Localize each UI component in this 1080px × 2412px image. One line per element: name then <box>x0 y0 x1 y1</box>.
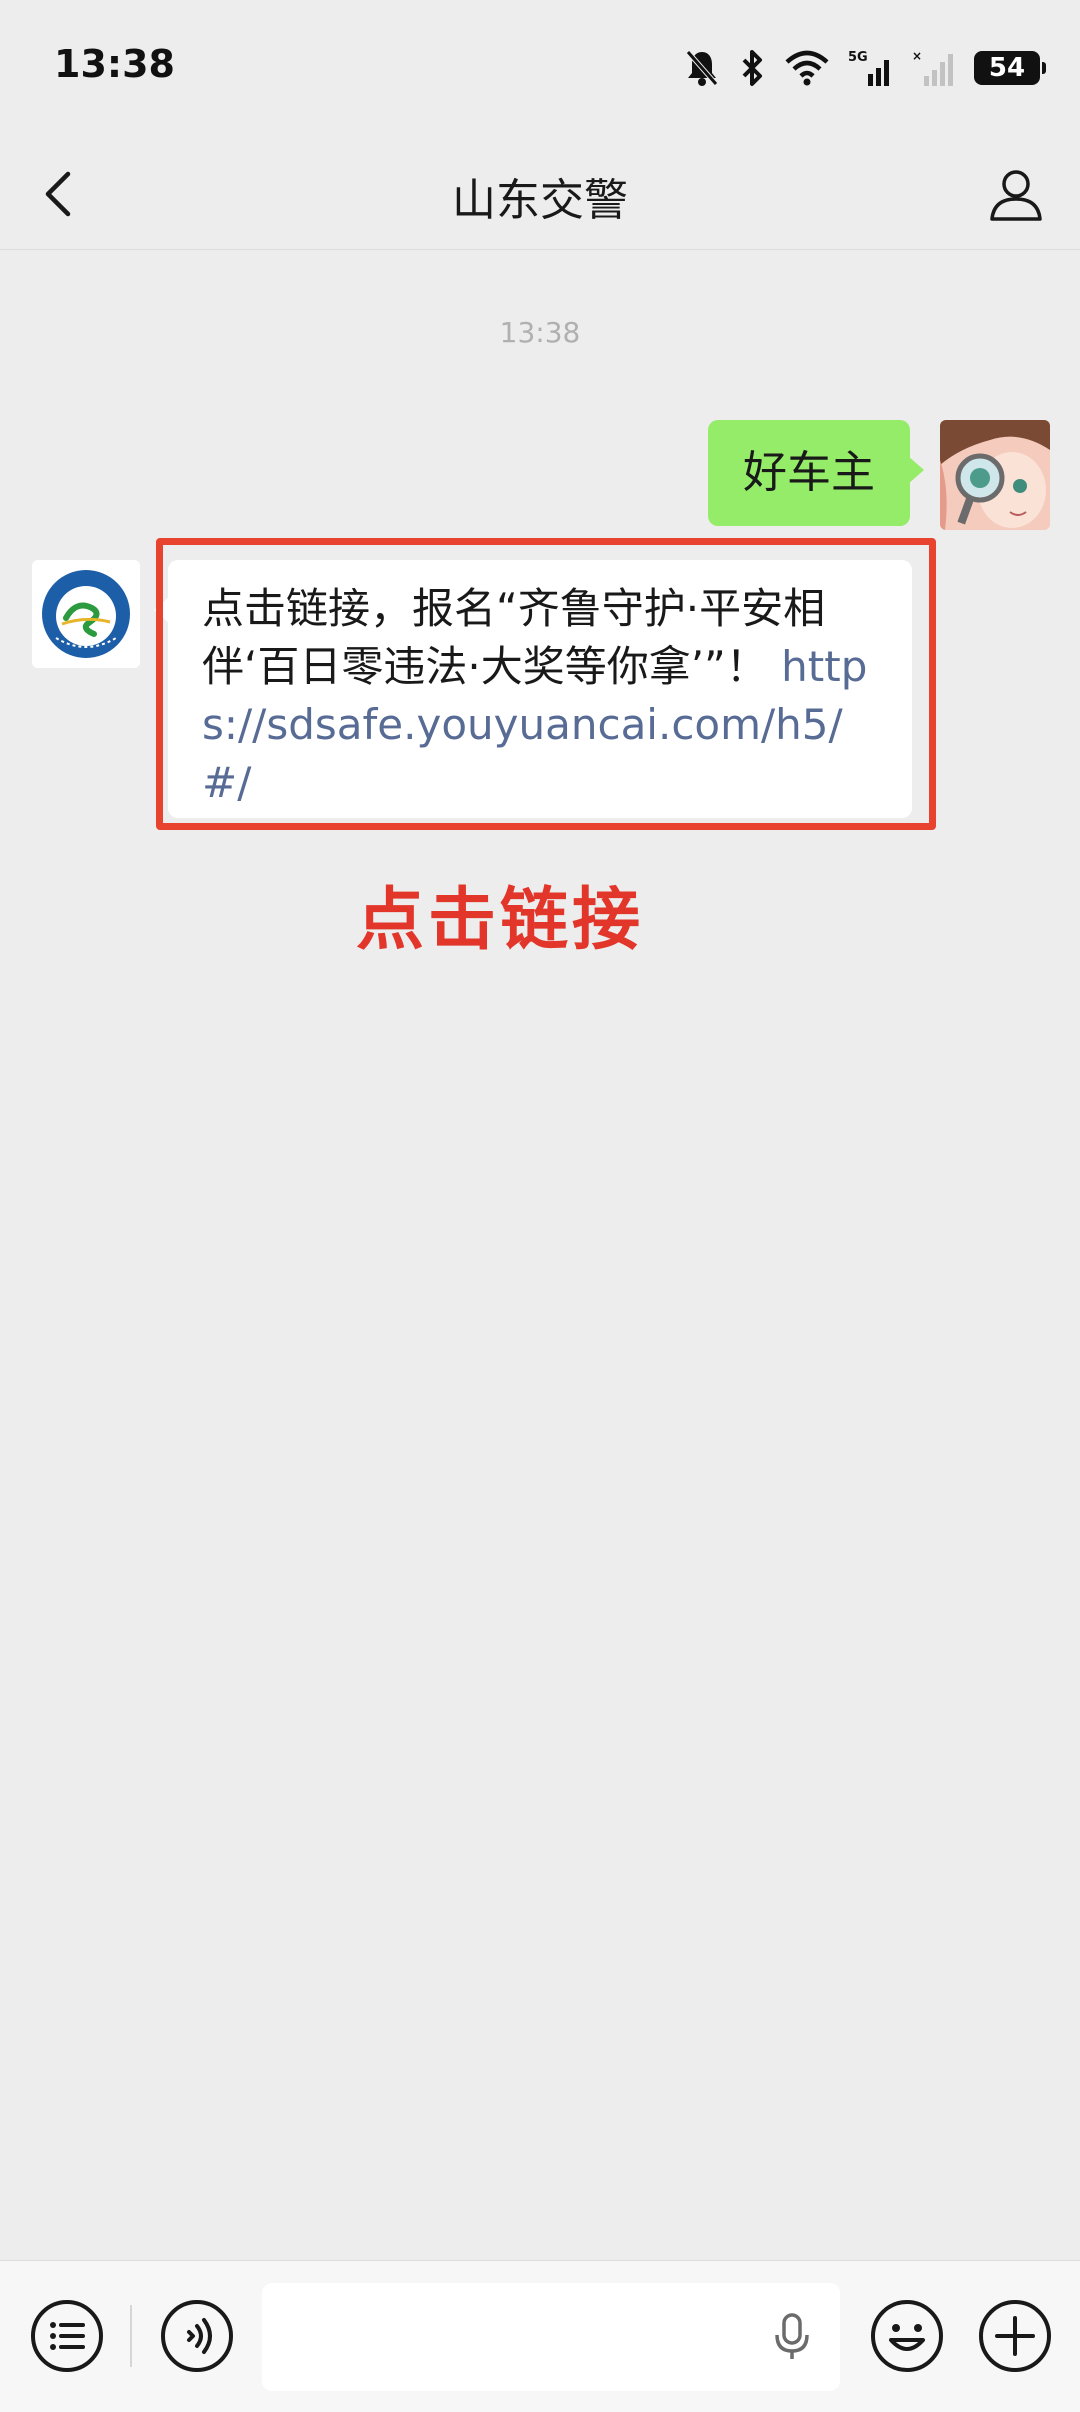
traffic-police-logo-icon <box>32 560 140 668</box>
official-account-avatar[interactable] <box>32 560 140 668</box>
mic-button[interactable] <box>766 2311 818 2363</box>
message-timestamp: 13:38 <box>499 316 581 349</box>
status-bar: 13:38 5G × 54 <box>0 0 1080 140</box>
status-icons: 5G × 54 <box>684 44 1046 92</box>
list-menu-icon <box>31 2300 103 2372</box>
received-message-bubble[interactable]: 点击链接，报名“齐鲁守护·平安相伴‘百日零违法·大奖等你拿’”！ https:/… <box>154 560 912 818</box>
input-bar <box>0 2260 1080 2412</box>
emoji-button[interactable] <box>868 2297 946 2375</box>
message-input[interactable] <box>262 2283 840 2391</box>
anime-girl-avatar-icon <box>940 420 1050 530</box>
user-avatar[interactable] <box>940 420 1050 530</box>
plus-icon <box>979 2300 1051 2372</box>
chat-title: 山东交警 <box>452 175 628 226</box>
emoji-icon <box>871 2300 943 2372</box>
message-text: 点击链接，报名“齐鲁守护·平安相伴‘百日零违法·大奖等你拿’”！ <box>202 584 826 691</box>
sent-message-bubble[interactable]: 好车主 <box>708 420 924 526</box>
profile-button[interactable] <box>980 158 1052 230</box>
signal-5g-icon: 5G <box>848 48 894 88</box>
menu-button[interactable] <box>28 2297 106 2375</box>
battery-icon: 54 <box>974 51 1046 85</box>
mute-bell-icon <box>684 48 720 88</box>
input-bar-divider <box>130 2305 132 2367</box>
nav-bar: 山东交警 <box>0 140 1080 250</box>
signal-no-service-icon: × <box>912 48 956 88</box>
bluetooth-icon <box>738 48 766 88</box>
annotation-text: 点击链接 <box>356 881 645 960</box>
person-icon <box>990 170 1042 221</box>
more-button[interactable] <box>976 2297 1054 2375</box>
microphone-icon <box>775 2313 809 2359</box>
voice-button[interactable] <box>158 2297 236 2375</box>
voice-icon <box>161 2300 233 2372</box>
svg-text:5G: 5G <box>848 50 868 65</box>
status-time: 13:38 <box>54 42 175 86</box>
wifi-icon <box>784 50 830 86</box>
battery-level: 54 <box>988 53 1026 83</box>
svg-text:×: × <box>912 49 922 63</box>
